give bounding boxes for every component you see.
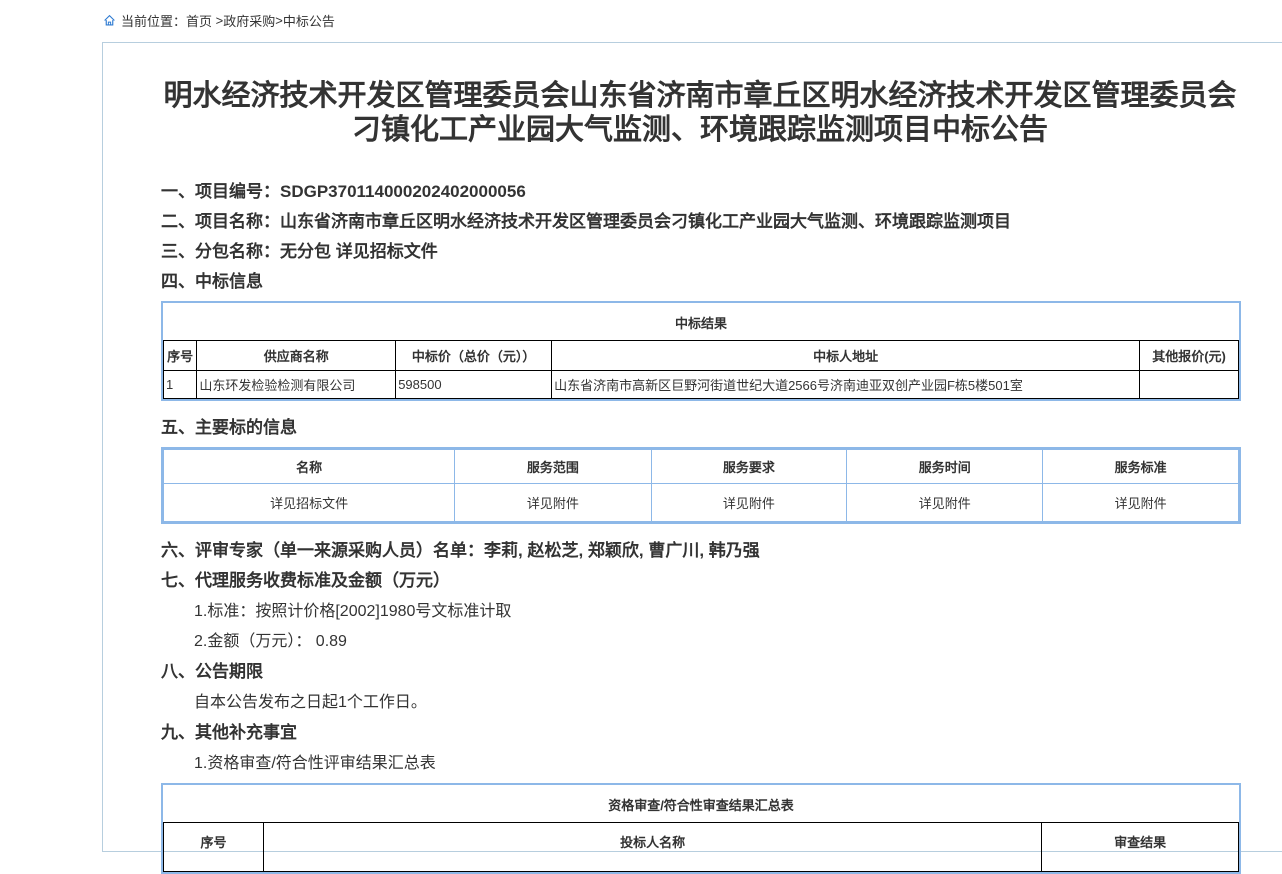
breadcrumb-current: 中标公告: [283, 11, 335, 30]
award-table-caption: 中标结果: [163, 303, 1239, 340]
award-col-price: 中标价（总价（元））: [396, 341, 552, 371]
award-cell-supplier: 山东环发检验检测有限公司: [197, 371, 396, 399]
award-cell-price: 598500: [396, 371, 552, 399]
announcement-content: 一、项目编号：SDGP370114000202402000056 二、项目名称：…: [161, 181, 1241, 874]
subject-col-standard: 服务标准: [1043, 450, 1239, 484]
section-project-name: 二、项目名称：山东省济南市章丘区明水经济技术开发区管理委员会刁镇化工产业园大气监…: [161, 211, 1241, 233]
subject-col-name: 名称: [164, 450, 455, 484]
project-number-label: 一、项目编号：: [161, 182, 280, 201]
award-table-data-row: 1 山东环发检验检测有限公司 598500 山东省济南市高新区巨野河街道世纪大道…: [164, 371, 1239, 399]
breadcrumb-label: 当前位置：: [121, 11, 186, 30]
breadcrumb-home-link[interactable]: 首页: [186, 11, 212, 30]
notice-period-body: 自本公告发布之日起1个工作日。: [194, 692, 1241, 713]
breadcrumb-separator: >: [212, 13, 223, 28]
section-project-number: 一、项目编号：SDGP370114000202402000056: [161, 181, 1241, 203]
agency-fee-amount: 2.金额（万元）： 0.89: [194, 631, 1241, 652]
subject-cell-requirement: 详见附件: [651, 484, 847, 522]
review-table-caption: 资格审查/符合性审查结果汇总表: [163, 785, 1239, 822]
subject-col-scope: 服务范围: [455, 450, 651, 484]
breadcrumb-separator: >: [275, 13, 283, 28]
package-name-value: 无分包 详见招标文件: [280, 242, 438, 261]
page-title: 明水经济技术开发区管理委员会山东省济南市章丘区明水经济技术开发区管理委员会刁镇化…: [154, 79, 1246, 147]
section-subject-heading: 五、主要标的信息: [161, 417, 1241, 439]
section-award-info-heading: 四、中标信息: [161, 271, 1241, 293]
review-col-bidder: 投标人名称: [263, 823, 1041, 872]
award-col-address: 中标人地址: [552, 341, 1140, 371]
project-number-value: SDGP370114000202402000056: [280, 182, 526, 201]
experts-names: 李莉, 赵松芝, 郑颖欣, 曹广川, 韩乃强: [484, 541, 760, 560]
award-col-index: 序号: [164, 341, 197, 371]
award-col-supplier: 供应商名称: [197, 341, 396, 371]
agency-fee-standard: 1.标准：按照计价格[2002]1980号文标准计取: [194, 601, 1241, 622]
subject-table-header-row: 名称 服务范围 服务要求 服务时间 服务标准: [164, 450, 1239, 484]
subject-info-table: 名称 服务范围 服务要求 服务时间 服务标准 详见招标文件 详见附件 详见附件 …: [161, 447, 1241, 524]
subject-table-data-row: 详见招标文件 详见附件 详见附件 详见附件 详见附件: [164, 484, 1239, 522]
award-table-header-row: 序号 供应商名称 中标价（总价（元）） 中标人地址 其他报价(元): [164, 341, 1239, 371]
award-result-table: 中标结果 序号 供应商名称 中标价（总价（元）） 中标人地址 其他报价(元) 1…: [161, 301, 1241, 401]
project-name-value: 山东省济南市章丘区明水经济技术开发区管理委员会刁镇化工产业园大气监测、环境跟踪监…: [280, 212, 1011, 231]
project-name-label: 二、项目名称：: [161, 212, 280, 231]
subject-cell-time: 详见附件: [847, 484, 1043, 522]
review-table-header-row: 序号 投标人名称 审查结果: [164, 823, 1239, 872]
subject-cell-scope: 详见附件: [455, 484, 651, 522]
experts-label: 六、评审专家（单一来源采购人员）名单：: [161, 541, 484, 560]
other-matters-item: 1.资格审查/符合性评审结果汇总表: [194, 753, 1241, 774]
subject-col-time: 服务时间: [847, 450, 1043, 484]
breadcrumb-category-link[interactable]: 政府采购: [223, 11, 275, 30]
award-col-other-quote: 其他报价(元): [1140, 341, 1239, 371]
package-name-label: 三、分包名称：: [161, 242, 280, 261]
qualification-review-table: 资格审查/符合性审查结果汇总表 序号 投标人名称 审查结果: [161, 783, 1241, 874]
subject-cell-standard: 详见附件: [1043, 484, 1239, 522]
home-icon[interactable]: [103, 14, 116, 27]
award-cell-address: 山东省济南市高新区巨野河街道世纪大道2566号济南迪亚双创产业园F栋5楼501室: [552, 371, 1140, 399]
breadcrumb: 当前位置：首页 >政府采购>中标公告: [103, 11, 335, 30]
review-col-result: 审查结果: [1042, 823, 1239, 872]
section-package-name: 三、分包名称：无分包 详见招标文件: [161, 241, 1241, 263]
section-notice-period-heading: 八、公告期限: [161, 661, 1241, 683]
award-cell-index: 1: [164, 371, 197, 399]
section-other-matters-heading: 九、其他补充事宜: [161, 722, 1241, 744]
review-col-index: 序号: [164, 823, 264, 872]
subject-cell-name: 详见招标文件: [164, 484, 455, 522]
award-cell-other-quote: [1140, 371, 1239, 399]
section-agency-fee-heading: 七、代理服务收费标准及金额（万元）: [161, 570, 1241, 592]
announcement-panel: 明水经济技术开发区管理委员会山东省济南市章丘区明水经济技术开发区管理委员会刁镇化…: [102, 42, 1282, 852]
section-experts: 六、评审专家（单一来源采购人员）名单：李莉, 赵松芝, 郑颖欣, 曹广川, 韩乃…: [161, 540, 1241, 562]
subject-col-requirement: 服务要求: [651, 450, 847, 484]
